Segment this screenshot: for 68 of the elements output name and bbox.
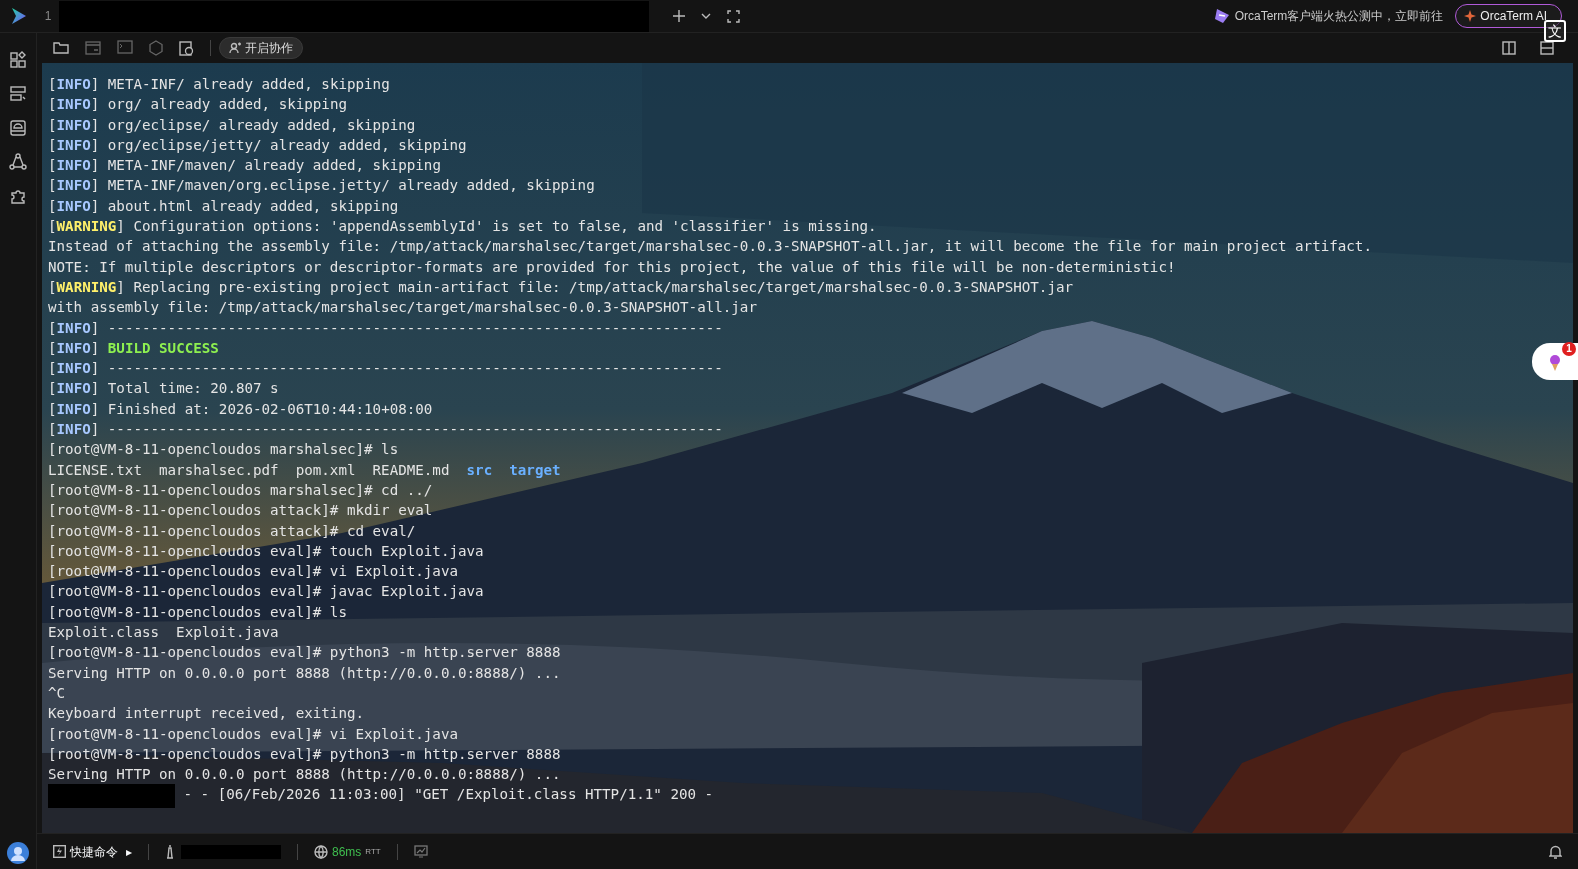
terminal-line: [root@VM-8-11-opencloudos eval]# vi Exploit.java bbox=[48, 724, 458, 744]
latency-value: 86ms bbox=[332, 843, 362, 861]
terminal-line: [root@VM-8-11-opencloudos eval]# ls bbox=[48, 602, 347, 622]
terminal-line: [root@VM-8-11-opencloudos attack]# mkdir eval bbox=[48, 501, 433, 521]
chevron-down-icon[interactable] bbox=[701, 13, 711, 19]
terminal-line: - - [06/Feb/2026 11:03:00] "GET /Exploit.class HTTP/1.1" 200 - bbox=[182, 785, 714, 805]
terminal-line: [INFO] BUILD SUCCESS bbox=[48, 338, 219, 358]
tip-button[interactable]: 1 bbox=[1532, 343, 1578, 380]
collaborate-button[interactable]: 开启协作 bbox=[219, 37, 303, 59]
terminal-line: ^C bbox=[48, 683, 66, 703]
add-user-icon bbox=[229, 42, 241, 54]
terminal-line: [root@VM-8-11-opencloudos eval]# javac Exploit.java bbox=[48, 582, 484, 602]
terminal-line: NOTE: If multiple descriptors or descriptor-formats are provided for this project, the value of this file will be non-deterministic! bbox=[48, 257, 1176, 277]
terminal-line: [INFO] META-INF/maven/ already added, skipping bbox=[48, 156, 441, 176]
terminal-line: Exploit.class Exploit.java bbox=[48, 623, 279, 642]
terminal-line: [INFO] org/eclipse/ already added, skipping bbox=[48, 115, 416, 135]
terminal-line: [INFO] about.html already added, skipping bbox=[48, 196, 399, 216]
terminal-line: [INFO] Total time: 20.807 s bbox=[48, 379, 279, 399]
terminal-line: [WARNING] Configuration options: 'appendAssemblyId' is set to false, and 'classifier' is missing. bbox=[48, 217, 877, 237]
terminal-line: [WARNING] Replacing pre-existing project main-artifact file: /tmp/attack/marshalsec/target/marshalsec-0.0.3-SNAPSHOT.jar bbox=[48, 277, 1073, 297]
share-nodes-icon[interactable] bbox=[9, 153, 27, 171]
add-icon[interactable] bbox=[673, 10, 685, 22]
bell-icon[interactable] bbox=[1549, 844, 1562, 859]
terminal-line: [INFO] ------------------------------------------------------------------------ bbox=[48, 318, 723, 338]
hexagon-icon[interactable] bbox=[149, 40, 163, 56]
monitor-chart-icon[interactable] bbox=[413, 845, 428, 858]
terminal-line: LICENSE.txt marshalsec.pdf pom.xml README.md src target bbox=[48, 460, 561, 480]
server-list-icon[interactable] bbox=[9, 85, 27, 103]
globe-icon bbox=[314, 844, 328, 859]
drive-icon[interactable] bbox=[9, 119, 27, 137]
terminal-line: [root@VM-8-11-opencloudos attack]# cd eval/ bbox=[48, 521, 416, 541]
app-logo[interactable] bbox=[9, 6, 28, 26]
split-vertical-icon[interactable] bbox=[1502, 41, 1516, 55]
fullscreen-icon[interactable] bbox=[727, 9, 740, 23]
terminal-line: Instead of attaching the assembly file: /tmp/attack/marshalsec/target/marshalsec-0.0.3-SNAPSHOT-all.jar, it will become the file for main project artifact. bbox=[48, 237, 1372, 257]
terminal-line: [root@VM-8-11-opencloudos marshalsec]# ls bbox=[48, 440, 399, 460]
latency-unit: RTT bbox=[365, 845, 381, 858]
window-send-icon[interactable] bbox=[85, 40, 101, 56]
terminal-window-icon[interactable] bbox=[117, 40, 133, 56]
terminal-line: [root@VM-8-11-opencloudos marshalsec]# cd ../ bbox=[48, 480, 433, 500]
promo-link[interactable]: OrcaTerm客户端火热公测中，立即前往 bbox=[1234, 7, 1444, 25]
terminal-line: [INFO] org/eclipse/jetty/ already added, skipping bbox=[48, 135, 467, 155]
terminal-line: [INFO] META-INF/maven/org.eclipse.jetty/ already added, skipping bbox=[48, 176, 595, 196]
terminal-line: [INFO] Finished at: 2026-02-06T10:44:10+08:00 bbox=[48, 399, 433, 419]
lighthouse-icon bbox=[165, 844, 175, 859]
sftp-folder-icon[interactable] bbox=[53, 40, 69, 56]
clipboard-icon[interactable] bbox=[179, 40, 194, 56]
terminal-line: [INFO] ------------------------------------------------------------------------ bbox=[48, 420, 723, 440]
notification-count: 1 bbox=[1562, 342, 1576, 356]
terminal-line: [root@VM-8-11-opencloudos eval]# touch Exploit.java bbox=[48, 541, 484, 561]
avatar-icon[interactable] bbox=[6, 841, 30, 865]
split-horizontal-icon[interactable] bbox=[1540, 41, 1554, 55]
tab-label[interactable]: 1 bbox=[37, 7, 59, 25]
apps-icon[interactable] bbox=[9, 51, 27, 69]
terminal-line: [root@VM-8-11-opencloudos eval]# python3 -m http.server 8888 bbox=[48, 744, 561, 764]
terminal-line: with assembly file: /tmp/attack/marshalsec/target/marshalsec-0.0.3-SNAPSHOT-all.jar bbox=[48, 298, 757, 318]
terminal-line: [root@VM-8-11-opencloudos eval]# vi Exploit.java bbox=[48, 562, 458, 582]
terminal-line: [INFO] org/ already added, skipping bbox=[48, 95, 347, 115]
terminal-line: Keyboard interrupt received, exiting. bbox=[48, 704, 365, 724]
terminal-line: [root@VM-8-11-opencloudos eval]# python3 -m http.server 8888 bbox=[48, 643, 561, 663]
lightning-icon[interactable] bbox=[53, 845, 66, 858]
puzzle-icon[interactable] bbox=[9, 187, 27, 205]
terminal-line: [INFO] META-INF/ already added, skipping bbox=[48, 75, 390, 94]
terminal-line: Serving HTTP on 0.0.0.0 port 8888 (http://0.0.0.0:8888/) ... bbox=[48, 663, 561, 683]
terminal-line: Serving HTTP on 0.0.0.0 port 8888 (http://0.0.0.0:8888/) ... bbox=[48, 765, 561, 785]
quick-commands-button[interactable]: 快捷命令 bbox=[70, 842, 118, 861]
caret-icon[interactable]: ▸ bbox=[126, 842, 132, 861]
terminal-line: [INFO] ------------------------------------------------------------------------ bbox=[48, 359, 723, 379]
